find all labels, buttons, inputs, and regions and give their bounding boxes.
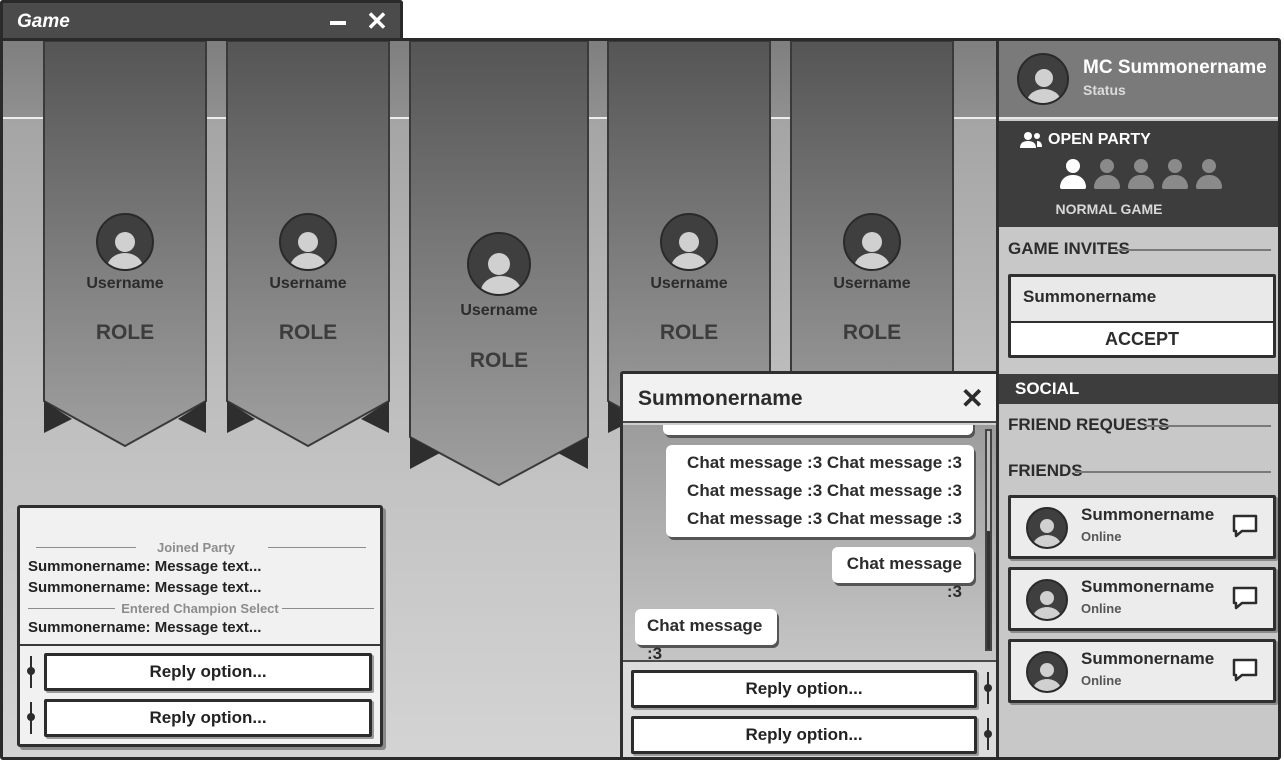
slider-handle[interactable] [984, 730, 992, 738]
chat-reply-area: Reply option... Reply option... [623, 660, 996, 757]
close-icon[interactable]: ✕ [363, 6, 391, 36]
chat-bubble-icon[interactable] [1231, 512, 1259, 540]
friend-status: Online [1081, 601, 1122, 616]
main-window: Username ROLE Username ROLE Username ROL… [0, 38, 1281, 760]
profile-card[interactable]: MC Summonername Status [999, 41, 1278, 119]
avatar [1026, 507, 1068, 549]
friends-heading[interactable]: FRIENDS [1008, 461, 1083, 481]
team-banner-2[interactable]: Username ROLE [225, 41, 391, 451]
invite-sender: Summonername [1023, 287, 1157, 306]
banner-username: Username [460, 302, 538, 319]
banner-role: ROLE [842, 321, 902, 344]
accept-button[interactable]: ACCEPT [1011, 321, 1273, 355]
profile-status[interactable]: Status [1083, 82, 1126, 98]
chat-bubble-received: Chat message :3 [635, 609, 777, 661]
chat-bubble-icon[interactable] [1231, 656, 1259, 684]
game-mode: NORMAL GAME [1055, 201, 1163, 217]
chat-bubble-icon[interactable] [1231, 584, 1259, 612]
avatar [843, 213, 901, 271]
chat-log-line: Summonername: Message text... [28, 558, 262, 575]
banner-username: Username [833, 275, 911, 292]
friend-status: Online [1081, 529, 1122, 544]
game-invite: Summonername ACCEPT [1008, 274, 1276, 358]
chat-scrollbar[interactable] [985, 429, 992, 651]
chat-messages[interactable]: Chat message :3 Chat message :3 Chat mes… [623, 425, 996, 661]
slider-handle[interactable] [27, 713, 35, 721]
avatar [467, 232, 531, 296]
title-bar[interactable]: Game ✕ [0, 0, 403, 40]
team-banner-1[interactable]: Username ROLE [42, 41, 208, 451]
private-chat-window: Summonername ✕ Chat message :3 Chat mess… [620, 371, 999, 757]
chat-bubble-sent: Chat message :3 Chat message :3 Chat mes… [666, 445, 974, 537]
divider [1115, 249, 1271, 251]
party-chat-log: Joined Party Summonername: Message text.… [17, 505, 383, 747]
team-banner-3[interactable]: Username ROLE [408, 41, 590, 491]
avatar [1026, 651, 1068, 693]
banner-role: ROLE [278, 321, 338, 344]
banner-username: Username [650, 275, 728, 292]
social-heading: SOCIAL [999, 374, 1278, 404]
minimize-icon[interactable] [325, 6, 351, 36]
party-slot-filled[interactable] [1059, 157, 1087, 191]
close-icon[interactable]: ✕ [961, 382, 984, 415]
avatar [1026, 579, 1068, 621]
reply-option-button[interactable]: Reply option... [44, 699, 372, 737]
window-title: Game [17, 11, 70, 32]
friend-item[interactable]: Summonername Online [1008, 495, 1276, 559]
friend-item[interactable]: Summonername Online [1008, 567, 1276, 631]
party-slot-empty[interactable] [1161, 157, 1189, 191]
friend-name: Summonername [1081, 505, 1215, 524]
profile-name: MC Summonername [1083, 57, 1267, 78]
banner-role: ROLE [659, 321, 719, 344]
party-icon [1020, 132, 1042, 148]
reply-option-button[interactable]: Reply option... [631, 670, 977, 708]
banner-username: Username [269, 275, 347, 292]
chat-header[interactable]: Summonername ✕ [623, 374, 996, 423]
avatar [660, 213, 718, 271]
party-slot-empty[interactable] [1127, 157, 1155, 191]
system-event: Joined Party [26, 540, 366, 555]
friend-item[interactable]: Summonername Online [1008, 639, 1276, 703]
divider [20, 644, 380, 646]
social-panel: MC Summonername Status OPEN PARTY NORMAL… [996, 41, 1278, 757]
scrollbar-thumb[interactable] [987, 531, 990, 649]
system-event: Entered Champion Select [26, 601, 374, 616]
party-slot-empty[interactable] [1195, 157, 1223, 191]
avatar [279, 213, 337, 271]
friend-name: Summonername [1081, 649, 1215, 668]
banner-role: ROLE [469, 349, 529, 372]
party-card[interactable]: OPEN PARTY NORMAL GAME [999, 121, 1278, 227]
game-invites-heading: GAME INVITES [1008, 239, 1130, 258]
chat-bubble-partial [663, 425, 973, 435]
chat-bubble-sent: Chat message :3 [832, 547, 974, 601]
banner-username: Username [86, 275, 164, 292]
party-slot-empty[interactable] [1093, 157, 1121, 191]
divider [1075, 471, 1271, 473]
divider [1145, 425, 1271, 427]
chat-title: Summonername [638, 387, 803, 410]
party-title: OPEN PARTY [1048, 131, 1151, 148]
friend-name: Summonername [1081, 577, 1215, 596]
slider-handle[interactable] [27, 667, 35, 675]
slider-handle[interactable] [984, 684, 992, 692]
banner-role: ROLE [95, 321, 155, 344]
reply-option-button[interactable]: Reply option... [631, 716, 977, 754]
avatar [96, 213, 154, 271]
chat-log-line: Summonername: Message text... [28, 579, 262, 596]
friend-status: Online [1081, 673, 1122, 688]
chat-log-line: Summonername: Message text... [28, 619, 262, 636]
game-client: Game ✕ Username ROLE Username ROLE Usern… [0, 0, 1284, 762]
avatar [1017, 53, 1069, 105]
reply-option-button[interactable]: Reply option... [44, 653, 372, 691]
